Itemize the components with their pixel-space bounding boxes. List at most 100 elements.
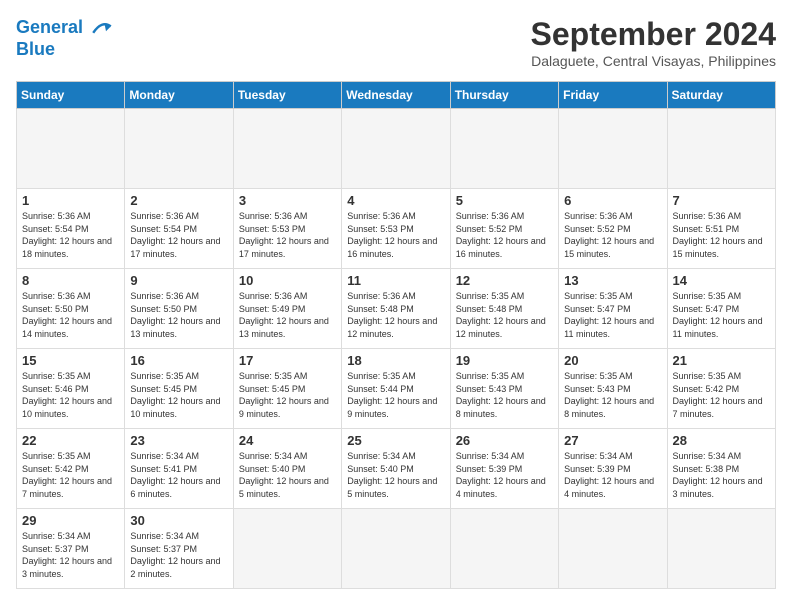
table-cell: 28 Sunrise: 5:34 AMSunset: 5:38 PMDayligh… — [667, 429, 775, 509]
table-cell: 3 Sunrise: 5:36 AMSunset: 5:53 PMDaylight… — [233, 189, 341, 269]
day-number: 14 — [673, 273, 770, 288]
day-info: Sunrise: 5:34 AMSunset: 5:40 PMDaylight:… — [347, 450, 444, 500]
day-number: 2 — [130, 193, 227, 208]
day-info: Sunrise: 5:34 AMSunset: 5:39 PMDaylight:… — [564, 450, 661, 500]
table-cell — [17, 109, 125, 189]
day-info: Sunrise: 5:34 AMSunset: 5:41 PMDaylight:… — [130, 450, 227, 500]
location-title: Dalaguete, Central Visayas, Philippines — [531, 53, 776, 69]
table-cell: 21 Sunrise: 5:35 AMSunset: 5:42 PMDayligh… — [667, 349, 775, 429]
day-number: 23 — [130, 433, 227, 448]
day-info: Sunrise: 5:36 AMSunset: 5:51 PMDaylight:… — [673, 210, 770, 260]
day-number: 25 — [347, 433, 444, 448]
day-info: Sunrise: 5:35 AMSunset: 5:43 PMDaylight:… — [456, 370, 553, 420]
table-cell: 14 Sunrise: 5:35 AMSunset: 5:47 PMDayligh… — [667, 269, 775, 349]
calendar-row: 22 Sunrise: 5:35 AMSunset: 5:42 PMDayligh… — [17, 429, 776, 509]
day-info: Sunrise: 5:35 AMSunset: 5:45 PMDaylight:… — [239, 370, 336, 420]
col-monday: Monday — [125, 82, 233, 109]
day-number: 4 — [347, 193, 444, 208]
table-cell — [342, 109, 450, 189]
table-cell: 9Sunrise: 5:36 AMSunset: 5:50 PMDaylight… — [125, 269, 233, 349]
day-number: 5 — [456, 193, 553, 208]
table-cell — [667, 509, 775, 589]
col-tuesday: Tuesday — [233, 82, 341, 109]
table-cell — [450, 109, 558, 189]
weekday-header-row: Sunday Monday Tuesday Wednesday Thursday… — [17, 82, 776, 109]
table-cell — [559, 509, 667, 589]
day-number: 7 — [673, 193, 770, 208]
day-info: Sunrise: 5:36 AMSunset: 5:48 PMDaylight:… — [347, 290, 444, 340]
table-cell — [125, 109, 233, 189]
day-info: Sunrise: 5:34 AMSunset: 5:37 PMDaylight:… — [22, 530, 119, 580]
col-thursday: Thursday — [450, 82, 558, 109]
day-number: 22 — [22, 433, 119, 448]
calendar-table: Sunday Monday Tuesday Wednesday Thursday… — [16, 81, 776, 589]
table-cell: 2Sunrise: 5:36 AMSunset: 5:54 PMDaylight… — [125, 189, 233, 269]
logo-icon — [90, 16, 114, 40]
day-info: Sunrise: 5:35 AMSunset: 5:42 PMDaylight:… — [22, 450, 119, 500]
day-info: Sunrise: 5:35 AMSunset: 5:46 PMDaylight:… — [22, 370, 119, 420]
page-header: General Blue September 2024 Dalaguete, C… — [16, 16, 776, 69]
table-cell: 10Sunrise: 5:36 AMSunset: 5:49 PMDayligh… — [233, 269, 341, 349]
day-info: Sunrise: 5:35 AMSunset: 5:42 PMDaylight:… — [673, 370, 770, 420]
table-cell: 18 Sunrise: 5:35 AMSunset: 5:44 PMDayligh… — [342, 349, 450, 429]
day-info: Sunrise: 5:35 AMSunset: 5:47 PMDaylight:… — [673, 290, 770, 340]
day-info: Sunrise: 5:34 AMSunset: 5:37 PMDaylight:… — [130, 530, 227, 580]
table-cell: 11 Sunrise: 5:36 AMSunset: 5:48 PMDayligh… — [342, 269, 450, 349]
logo-blue: Blue — [16, 40, 114, 60]
table-cell — [559, 109, 667, 189]
table-cell: 27 Sunrise: 5:34 AMSunset: 5:39 PMDayligh… — [559, 429, 667, 509]
day-info: Sunrise: 5:36 AMSunset: 5:49 PMDaylight:… — [239, 290, 336, 340]
day-number: 28 — [673, 433, 770, 448]
day-number: 9 — [130, 273, 227, 288]
day-info: Sunrise: 5:36 AMSunset: 5:50 PMDaylight:… — [22, 290, 119, 340]
day-number: 1 — [22, 193, 119, 208]
table-cell: 23 Sunrise: 5:34 AMSunset: 5:41 PMDayligh… — [125, 429, 233, 509]
table-cell — [233, 509, 341, 589]
table-cell: 1Sunrise: 5:36 AMSunset: 5:54 PMDaylight… — [17, 189, 125, 269]
table-cell: 26Sunrise: 5:34 AMSunset: 5:39 PMDayligh… — [450, 429, 558, 509]
day-number: 3 — [239, 193, 336, 208]
day-info: Sunrise: 5:36 AMSunset: 5:52 PMDaylight:… — [456, 210, 553, 260]
day-number: 19 — [456, 353, 553, 368]
day-number: 12 — [456, 273, 553, 288]
day-number: 18 — [347, 353, 444, 368]
day-number: 6 — [564, 193, 661, 208]
table-cell: 22 Sunrise: 5:35 AMSunset: 5:42 PMDayligh… — [17, 429, 125, 509]
day-number: 27 — [564, 433, 661, 448]
day-info: Sunrise: 5:36 AMSunset: 5:52 PMDaylight:… — [564, 210, 661, 260]
day-number: 16 — [130, 353, 227, 368]
day-info: Sunrise: 5:35 AMSunset: 5:45 PMDaylight:… — [130, 370, 227, 420]
col-sunday: Sunday — [17, 82, 125, 109]
title-block: September 2024 Dalaguete, Central Visaya… — [531, 16, 776, 69]
table-cell: 24Sunrise: 5:34 AMSunset: 5:40 PMDayligh… — [233, 429, 341, 509]
table-cell — [233, 109, 341, 189]
col-saturday: Saturday — [667, 82, 775, 109]
day-info: Sunrise: 5:34 AMSunset: 5:38 PMDaylight:… — [673, 450, 770, 500]
table-cell: 25 Sunrise: 5:34 AMSunset: 5:40 PMDayligh… — [342, 429, 450, 509]
day-info: Sunrise: 5:36 AMSunset: 5:53 PMDaylight:… — [347, 210, 444, 260]
day-info: Sunrise: 5:35 AMSunset: 5:44 PMDaylight:… — [347, 370, 444, 420]
day-info: Sunrise: 5:36 AMSunset: 5:53 PMDaylight:… — [239, 210, 336, 260]
col-wednesday: Wednesday — [342, 82, 450, 109]
day-number: 30 — [130, 513, 227, 528]
table-cell — [450, 509, 558, 589]
table-cell: 19 Sunrise: 5:35 AMSunset: 5:43 PMDayligh… — [450, 349, 558, 429]
table-cell: 8 Sunrise: 5:36 AMSunset: 5:50 PMDaylight… — [17, 269, 125, 349]
day-number: 13 — [564, 273, 661, 288]
table-cell: 5 Sunrise: 5:36 AMSunset: 5:52 PMDaylight… — [450, 189, 558, 269]
table-cell: 6 Sunrise: 5:36 AMSunset: 5:52 PMDaylight… — [559, 189, 667, 269]
logo-text: General — [16, 16, 114, 40]
day-number: 29 — [22, 513, 119, 528]
day-number: 11 — [347, 273, 444, 288]
table-cell: 17Sunrise: 5:35 AMSunset: 5:45 PMDayligh… — [233, 349, 341, 429]
month-title: September 2024 — [531, 16, 776, 53]
table-cell: 16 Sunrise: 5:35 AMSunset: 5:45 PMDayligh… — [125, 349, 233, 429]
day-number: 20 — [564, 353, 661, 368]
day-number: 21 — [673, 353, 770, 368]
day-info: Sunrise: 5:34 AMSunset: 5:40 PMDaylight:… — [239, 450, 336, 500]
day-number: 26 — [456, 433, 553, 448]
logo: General Blue — [16, 16, 114, 60]
calendar-row — [17, 109, 776, 189]
day-number: 8 — [22, 273, 119, 288]
table-cell: 12Sunrise: 5:35 AMSunset: 5:48 PMDayligh… — [450, 269, 558, 349]
